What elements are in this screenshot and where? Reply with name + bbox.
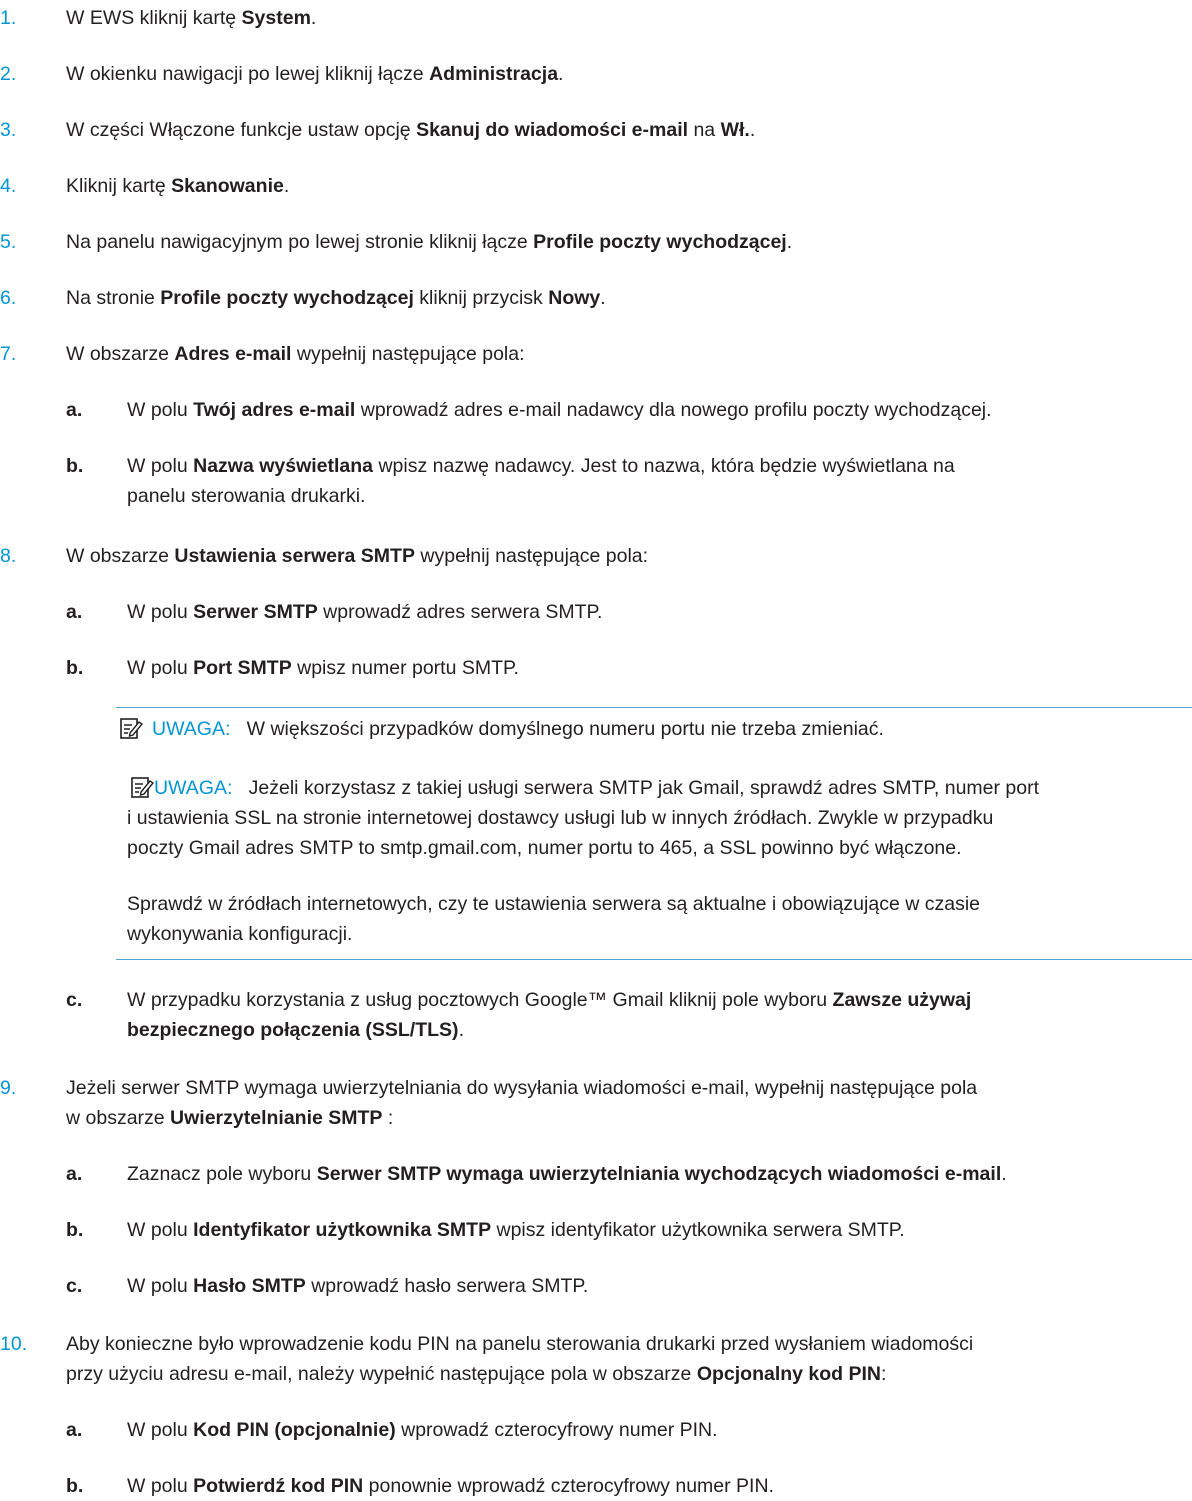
step-text: Na panelu nawigacyjnym po lewej stronie … — [66, 231, 793, 253]
note-2-para: Sprawdź w źródłach internetowych, czy te… — [127, 893, 980, 915]
step-number: 9. — [0, 1077, 17, 1099]
substep-letter: c. — [66, 989, 83, 1011]
note-icon — [120, 718, 143, 739]
step-number: 7. — [0, 343, 17, 365]
substep-letter: b. — [66, 657, 84, 679]
substep-text: W polu Identyfikator użytkownika SMTP wp… — [127, 1219, 905, 1241]
step-text: W okienku nawigacji po lewej kliknij łąc… — [66, 63, 564, 85]
note-2-para: wykonywania konfiguracji. — [127, 923, 353, 945]
step-number: 4. — [0, 175, 17, 197]
step-text: W EWS kliknij kartę System. — [66, 7, 317, 29]
substep-letter: a. — [66, 1419, 83, 1441]
step-number: 3. — [0, 119, 17, 141]
substep-text: W polu Hasło SMTP wprowadź hasło serwera… — [127, 1275, 589, 1297]
note-2: UWAGA: Jeżeli korzystasz z takiej usługi… — [154, 777, 1040, 799]
substep-letter: b. — [66, 1475, 84, 1497]
step-text: Na stronie Profile poczty wychodzącej kl… — [66, 287, 606, 309]
note-icon — [131, 777, 154, 798]
substep-text: W przypadku korzystania z usług pocztowy… — [127, 989, 972, 1011]
step-number: 8. — [0, 545, 17, 567]
substep-letter: b. — [66, 455, 84, 477]
note-2-line: poczty Gmail adres SMTP to smtp.gmail.co… — [127, 837, 962, 859]
note-2-line: i ustawienia SSL na stronie internetowej… — [127, 807, 994, 829]
substep-letter: a. — [66, 601, 83, 623]
step-number: 2. — [0, 63, 17, 85]
step-text: W obszarze Ustawienia serwera SMTP wypeł… — [66, 545, 649, 567]
step-text: W obszarze Adres e-mail wypełnij następu… — [66, 343, 525, 365]
note-top-rule — [116, 707, 1192, 708]
substep-text: W polu Twój adres e-mail wprowadź adres … — [127, 399, 992, 421]
note-label: UWAGA: — [154, 777, 233, 799]
note-1: UWAGA: W większości przypadków domyślneg… — [152, 718, 884, 740]
note-bottom-rule — [116, 959, 1192, 960]
substep-letter: a. — [66, 1163, 83, 1185]
note-label: UWAGA: — [152, 718, 231, 740]
step-number: 1. — [0, 7, 17, 29]
step-text: W części Włączone funkcje ustaw opcję Sk… — [66, 119, 756, 141]
step-number: 10. — [0, 1333, 28, 1355]
step-number: 6. — [0, 287, 17, 309]
substep-text: W polu Port SMTP wpisz numer portu SMTP. — [127, 657, 519, 679]
step-text-continuation: przy użyciu adresu e-mail, należy wypełn… — [66, 1363, 887, 1385]
step-text: Kliknij kartę Skanowanie. — [66, 175, 290, 197]
step-number: 5. — [0, 231, 17, 253]
substep-letter: b. — [66, 1219, 84, 1241]
substep-text: W polu Serwer SMTP wprowadź adres serwer… — [127, 601, 603, 623]
step-text-continuation: w obszarze Uwierzytelnianie SMTP : — [66, 1107, 394, 1129]
substep-text: Zaznacz pole wyboru Serwer SMTP wymaga u… — [127, 1163, 1007, 1185]
substep-text-continuation: bezpiecznego połączenia (SSL/TLS). — [127, 1019, 464, 1041]
step-text: Aby konieczne było wprowadzenie kodu PIN… — [66, 1333, 974, 1355]
substep-text: W polu Potwierdź kod PIN ponownie wprowa… — [127, 1475, 774, 1497]
substep-letter: a. — [66, 399, 83, 421]
step-text: Jeżeli serwer SMTP wymaga uwierzytelnian… — [66, 1077, 978, 1099]
substep-text: W polu Kod PIN (opcjonalnie) wprowadź cz… — [127, 1419, 718, 1441]
substep-text-continuation: panelu sterowania drukarki. — [127, 485, 366, 507]
substep-letter: c. — [66, 1275, 83, 1297]
substep-text: W polu Nazwa wyświetlana wpisz nazwę nad… — [127, 455, 955, 477]
